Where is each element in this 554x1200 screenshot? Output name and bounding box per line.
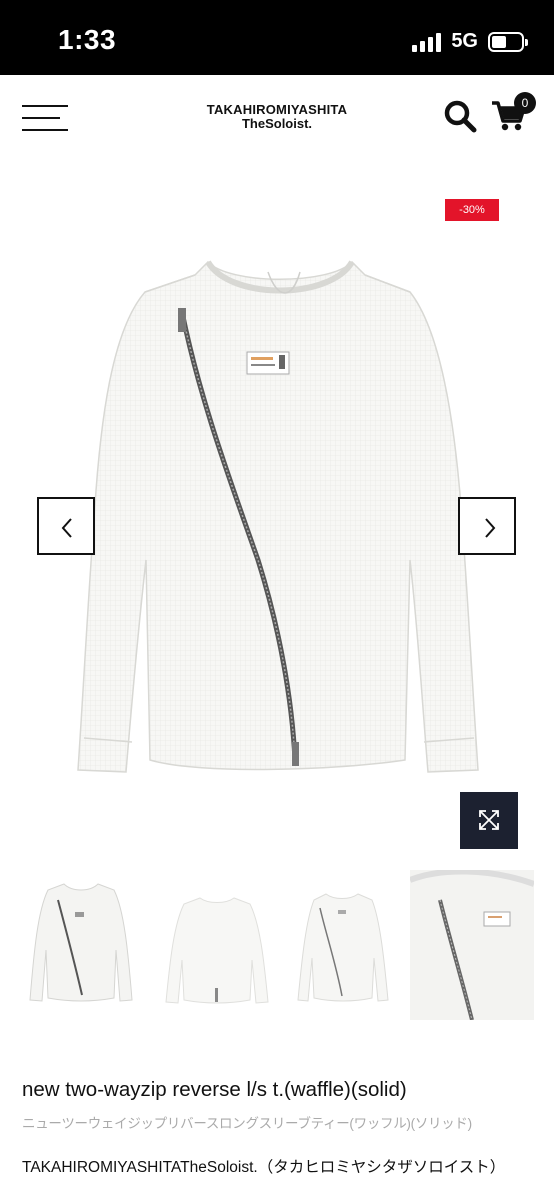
thumbnail-3[interactable]: [292, 870, 392, 1020]
product-title: new two-wayzip reverse l/s t.(waffle)(so…: [22, 1078, 407, 1101]
site-header: TAKAHIROMIYASHITA TheSoloist. 0: [0, 75, 554, 163]
product-brand: TAKAHIROMIYASHITATheSoloist.（タカヒロミヤシタザソロ…: [22, 1159, 506, 1176]
expand-icon: [479, 810, 499, 830]
thumbnail-2[interactable]: [158, 870, 276, 1020]
signal-icon: [412, 32, 442, 52]
zoom-button[interactable]: [460, 792, 518, 849]
battery-icon: [488, 31, 528, 52]
status-time: 1:33: [58, 24, 117, 55]
previous-image-button[interactable]: [37, 497, 95, 555]
search-icon[interactable]: [443, 99, 477, 133]
thumbnail-1[interactable]: [22, 870, 140, 1020]
status-bar: 1:33 5G: [0, 0, 554, 75]
thumbnail-4[interactable]: [410, 870, 534, 1020]
cart-count-badge: 0: [514, 92, 536, 114]
chevron-right-icon: [485, 518, 496, 538]
chevron-left-icon: [61, 518, 72, 538]
status-indicators: 5G: [412, 30, 528, 53]
product-subtitle: ニューツーウェイジップリバースロングスリーブティー(ワッフル)(ソリッド): [22, 1116, 472, 1131]
sale-badge: -30%: [445, 199, 499, 221]
network-label: 5G: [451, 30, 478, 52]
next-image-button[interactable]: [458, 497, 516, 555]
